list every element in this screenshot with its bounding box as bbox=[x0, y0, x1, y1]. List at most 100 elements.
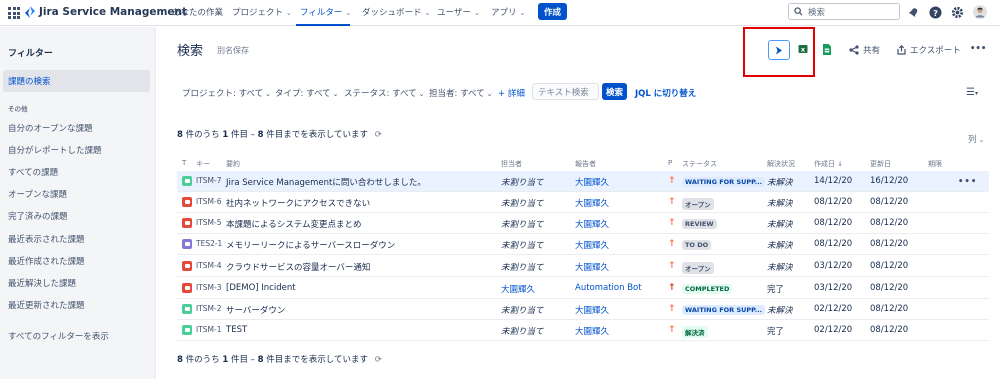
issue-summary[interactable]: [DEMO] Incident bbox=[226, 283, 296, 293]
nav-apps[interactable]: アプリ ⌄ bbox=[491, 6, 525, 18]
issue-key[interactable]: ITSM-6 bbox=[196, 197, 222, 206]
issue-assignee[interactable]: 大園輝久 bbox=[501, 283, 535, 295]
table-row[interactable]: TES2-1 メモリーリークによるサーバースローダウン 未割り当て 大園輝久 ↑… bbox=[177, 234, 989, 255]
row-more-button[interactable]: ••• bbox=[958, 177, 977, 187]
create-button[interactable]: 作成 bbox=[538, 3, 567, 20]
sidebar-item-all-issues[interactable]: すべての課題 bbox=[8, 166, 58, 178]
issue-key[interactable]: TES2-1 bbox=[196, 239, 222, 248]
issue-summary[interactable]: TEST bbox=[226, 325, 247, 335]
col-header-priority[interactable]: P bbox=[668, 159, 672, 167]
excel-export-icon[interactable]: x bbox=[798, 44, 808, 54]
status-badge[interactable]: REVIEW bbox=[682, 219, 717, 229]
status-badge[interactable]: オープン bbox=[682, 262, 714, 274]
search-button[interactable]: 検索 bbox=[602, 83, 627, 100]
col-header-created[interactable]: 作成日 ↓ bbox=[814, 159, 843, 169]
table-row[interactable]: ITSM-6 社内ネットワークにアクセスできない 未割り当て 大園輝久 ↑ オー… bbox=[177, 192, 989, 213]
col-header-reporter[interactable]: 報告者 bbox=[575, 159, 596, 169]
more-actions-button[interactable]: ••• bbox=[970, 44, 986, 54]
sidebar-item-my-open-issues[interactable]: 自分のオープンな課題 bbox=[8, 122, 93, 134]
status-badge[interactable]: WAITING FOR SUPP... bbox=[682, 305, 766, 315]
col-header-due[interactable]: 期限 bbox=[928, 159, 942, 169]
issue-summary[interactable]: 本課題によるシステム変更点まとめ bbox=[226, 218, 362, 230]
table-row[interactable]: ITSM-7 Jira Service Managementに問い合わせしました… bbox=[177, 171, 989, 192]
issue-reporter[interactable]: 大園輝久 bbox=[575, 325, 609, 337]
issue-reporter[interactable]: 大園輝久 bbox=[575, 197, 609, 209]
refresh-icon[interactable]: ⟳ bbox=[375, 130, 382, 140]
status-badge[interactable]: WAITING FOR SUPP... bbox=[682, 177, 766, 187]
columns-button[interactable]: 列 ⌄ bbox=[968, 133, 984, 145]
sidebar-item-resolved-recently[interactable]: 最近解決した課題 bbox=[8, 277, 76, 289]
issue-assignee: 未割り当て bbox=[501, 306, 544, 316]
more-filters-button[interactable]: + 詳細 bbox=[498, 87, 525, 99]
issue-key[interactable]: ITSM-4 bbox=[196, 261, 222, 270]
issue-summary[interactable]: メモリーリークによるサーバースローダウン bbox=[226, 239, 395, 251]
nav-people[interactable]: ユーザー ⌄ bbox=[437, 6, 480, 18]
refresh-icon[interactable]: ⟳ bbox=[375, 355, 382, 365]
save-as-link[interactable]: 別名保存 bbox=[217, 45, 249, 56]
table-row[interactable]: ITSM-3 [DEMO] Incident 大園輝久 Automation B… bbox=[177, 278, 989, 299]
table-row[interactable]: ITSM-1 TEST 未割り当て 大園輝久 ↑ 解決済 完了 02/12/20… bbox=[177, 320, 989, 341]
status-badge[interactable]: オープン bbox=[682, 198, 714, 210]
nav-projects[interactable]: プロジェクト ⌄ bbox=[232, 6, 292, 18]
jira-logo[interactable]: Jira Service Management bbox=[25, 6, 187, 18]
nav-dashboards[interactable]: ダッシュボード ⌄ bbox=[362, 6, 430, 18]
issue-summary[interactable]: Jira Service Managementに問い合わせしました。 bbox=[226, 176, 426, 188]
status-badge[interactable]: COMPLETED bbox=[682, 284, 733, 294]
issue-reporter[interactable]: 大園輝久 bbox=[575, 304, 609, 316]
settings-gear-icon[interactable] bbox=[950, 5, 964, 19]
app-switcher-icon[interactable] bbox=[8, 7, 20, 19]
col-header-status[interactable]: ステータス bbox=[682, 159, 717, 169]
sidebar-item-search-issues[interactable]: 課題の検索 bbox=[3, 70, 150, 92]
view-all-filters-link[interactable]: すべてのフィルターを表示 bbox=[8, 330, 109, 342]
issue-summary[interactable]: 社内ネットワークにアクセスできない bbox=[226, 197, 370, 209]
sidebar-item-done-issues[interactable]: 完了済みの課題 bbox=[8, 210, 68, 222]
issue-key[interactable]: ITSM-7 bbox=[196, 176, 222, 185]
filter-type[interactable]: タイプ: すべて ⌄ bbox=[275, 87, 339, 99]
issue-reporter[interactable]: 大園輝久 bbox=[575, 176, 609, 188]
status-badge[interactable]: 解決済 bbox=[682, 326, 708, 338]
user-avatar[interactable] bbox=[973, 5, 987, 19]
issue-key[interactable]: ITSM-2 bbox=[196, 304, 222, 313]
sidebar-item-open-issues[interactable]: オープンな課題 bbox=[8, 188, 67, 200]
issue-key[interactable]: ITSM-3 bbox=[196, 283, 222, 292]
sidebar-item-reported-by-me[interactable]: 自分がレポートした課題 bbox=[8, 144, 102, 156]
sidebar-item-viewed-recently[interactable]: 最近表示された課題 bbox=[8, 233, 85, 245]
col-header-summary[interactable]: 要約 bbox=[226, 159, 240, 169]
issue-reporter[interactable]: 大園輝久 bbox=[575, 218, 609, 230]
global-search-input[interactable]: 検索 bbox=[788, 3, 900, 20]
list-view-icon[interactable]: ☰▾ bbox=[966, 87, 978, 98]
switch-to-jql-link[interactable]: JQL に切り替え bbox=[635, 87, 696, 99]
issue-summary[interactable]: サーバーダウン bbox=[226, 304, 285, 316]
issue-resolution: 完了 bbox=[767, 285, 785, 295]
chevron-down-icon: ⌄ bbox=[265, 90, 272, 98]
issue-reporter[interactable]: Automation Bot bbox=[575, 283, 642, 293]
col-header-updated[interactable]: 更新日 bbox=[870, 159, 891, 169]
filter-status[interactable]: ステータス: すべて ⌄ bbox=[344, 87, 425, 99]
sidebar-item-created-recently[interactable]: 最近作成された課題 bbox=[8, 255, 85, 267]
col-header-resolution[interactable]: 解決状況 bbox=[767, 159, 795, 169]
issue-reporter[interactable]: 大園輝久 bbox=[575, 261, 609, 273]
nav-filters[interactable]: フィルター ⌄ bbox=[300, 6, 351, 18]
sidebar-item-updated-recently[interactable]: 最近更新された課題 bbox=[8, 299, 85, 311]
col-header-type[interactable]: T bbox=[182, 159, 186, 167]
text-search-input[interactable]: テキスト検索 bbox=[532, 83, 599, 100]
issue-key[interactable]: ITSM-5 bbox=[196, 218, 222, 227]
export-button[interactable]: エクスポート bbox=[897, 44, 961, 56]
help-icon[interactable]: ? bbox=[928, 5, 942, 19]
notifications-icon[interactable] bbox=[906, 5, 920, 19]
table-row[interactable]: ITSM-2 サーバーダウン 未割り当て 大園輝久 ↑ WAITING FOR … bbox=[177, 299, 989, 320]
table-row[interactable]: ITSM-5 本課題によるシステム変更点まとめ 未割り当て 大園輝久 ↑ REV… bbox=[177, 213, 989, 234]
filter-assignee[interactable]: 担当者: すべて ⌄ bbox=[429, 87, 493, 99]
nav-your-work[interactable]: あなたの作業 bbox=[172, 6, 223, 18]
table-row[interactable]: ITSM-4 クラウドサービスの容量オーバー通知 未割り当て 大園輝久 ↑ オー… bbox=[177, 256, 989, 277]
issue-summary[interactable]: クラウドサービスの容量オーバー通知 bbox=[226, 261, 370, 273]
col-header-assignee[interactable]: 担当者 bbox=[501, 159, 522, 169]
google-sheets-icon[interactable] bbox=[823, 44, 831, 55]
status-badge[interactable]: TO DO bbox=[682, 240, 712, 250]
filter-project[interactable]: プロジェクト: すべて ⌄ bbox=[182, 87, 271, 99]
issue-resolution: 未解決 bbox=[767, 306, 793, 316]
issue-key[interactable]: ITSM-1 bbox=[196, 325, 222, 334]
issue-reporter[interactable]: 大園輝久 bbox=[575, 239, 609, 251]
share-button[interactable]: 共有 bbox=[849, 44, 880, 56]
col-header-key[interactable]: キー bbox=[196, 159, 210, 169]
